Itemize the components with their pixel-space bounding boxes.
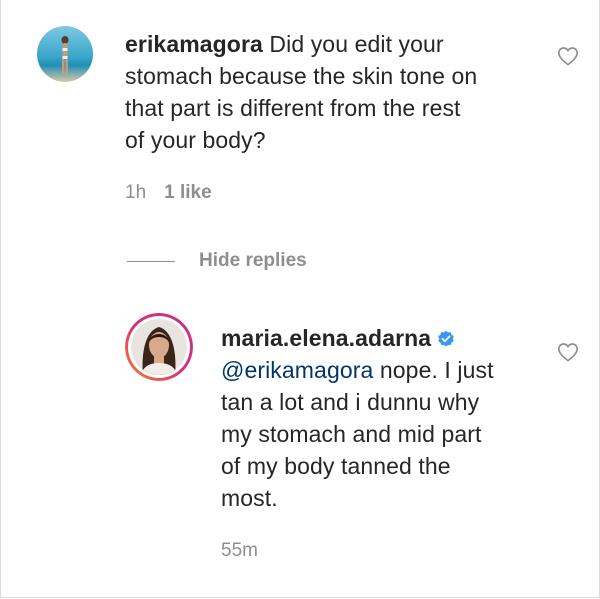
reply-body: maria.elena.adarna @erikamagora nope. I …	[221, 322, 561, 514]
comment-meta: 1h 1 like	[125, 182, 212, 204]
reply-text-line: of my body tanned the	[221, 453, 451, 479]
comment-username[interactable]: erikamagora	[125, 31, 263, 57]
comment-text-line: of your body?	[125, 127, 266, 153]
reply-text-line: tan a lot and i dunnu why	[221, 389, 480, 415]
hide-replies-toggle[interactable]: Hide replies	[127, 250, 307, 272]
verified-badge-icon	[438, 330, 454, 347]
reply-timestamp: 55m	[221, 540, 258, 561]
reply-meta: 55m	[221, 540, 258, 562]
reply-text-line: my stomach and mid part	[221, 421, 482, 447]
divider-line	[127, 260, 175, 262]
comment-like-count[interactable]: 1 like	[164, 182, 212, 203]
avatar-portrait-icon	[125, 313, 193, 381]
comment-text-line: Did you edit your	[269, 31, 444, 57]
heart-outline-icon[interactable]	[557, 46, 579, 66]
comment-text-line: stomach because the skin tone on	[125, 63, 478, 89]
reply-avatar[interactable]	[125, 313, 193, 381]
comment-text-line: that part is different from the rest	[125, 95, 461, 121]
heart-outline-icon[interactable]	[557, 342, 579, 362]
reply-text-line: most.	[221, 485, 278, 511]
reply-username[interactable]: maria.elena.adarna	[221, 325, 431, 351]
mention-link[interactable]: @erikamagora	[221, 357, 373, 383]
comment-timestamp: 1h	[125, 182, 147, 203]
comments-panel: erikamagora Did you edit your stomach be…	[0, 0, 600, 598]
comment-body: erikamagora Did you edit your stomach be…	[125, 28, 555, 156]
avatar-beach-photo-icon	[37, 26, 93, 82]
reply-text-line: nope. I just	[379, 357, 494, 383]
commenter-avatar[interactable]	[37, 26, 93, 82]
hide-replies-label: Hide replies	[199, 250, 307, 271]
